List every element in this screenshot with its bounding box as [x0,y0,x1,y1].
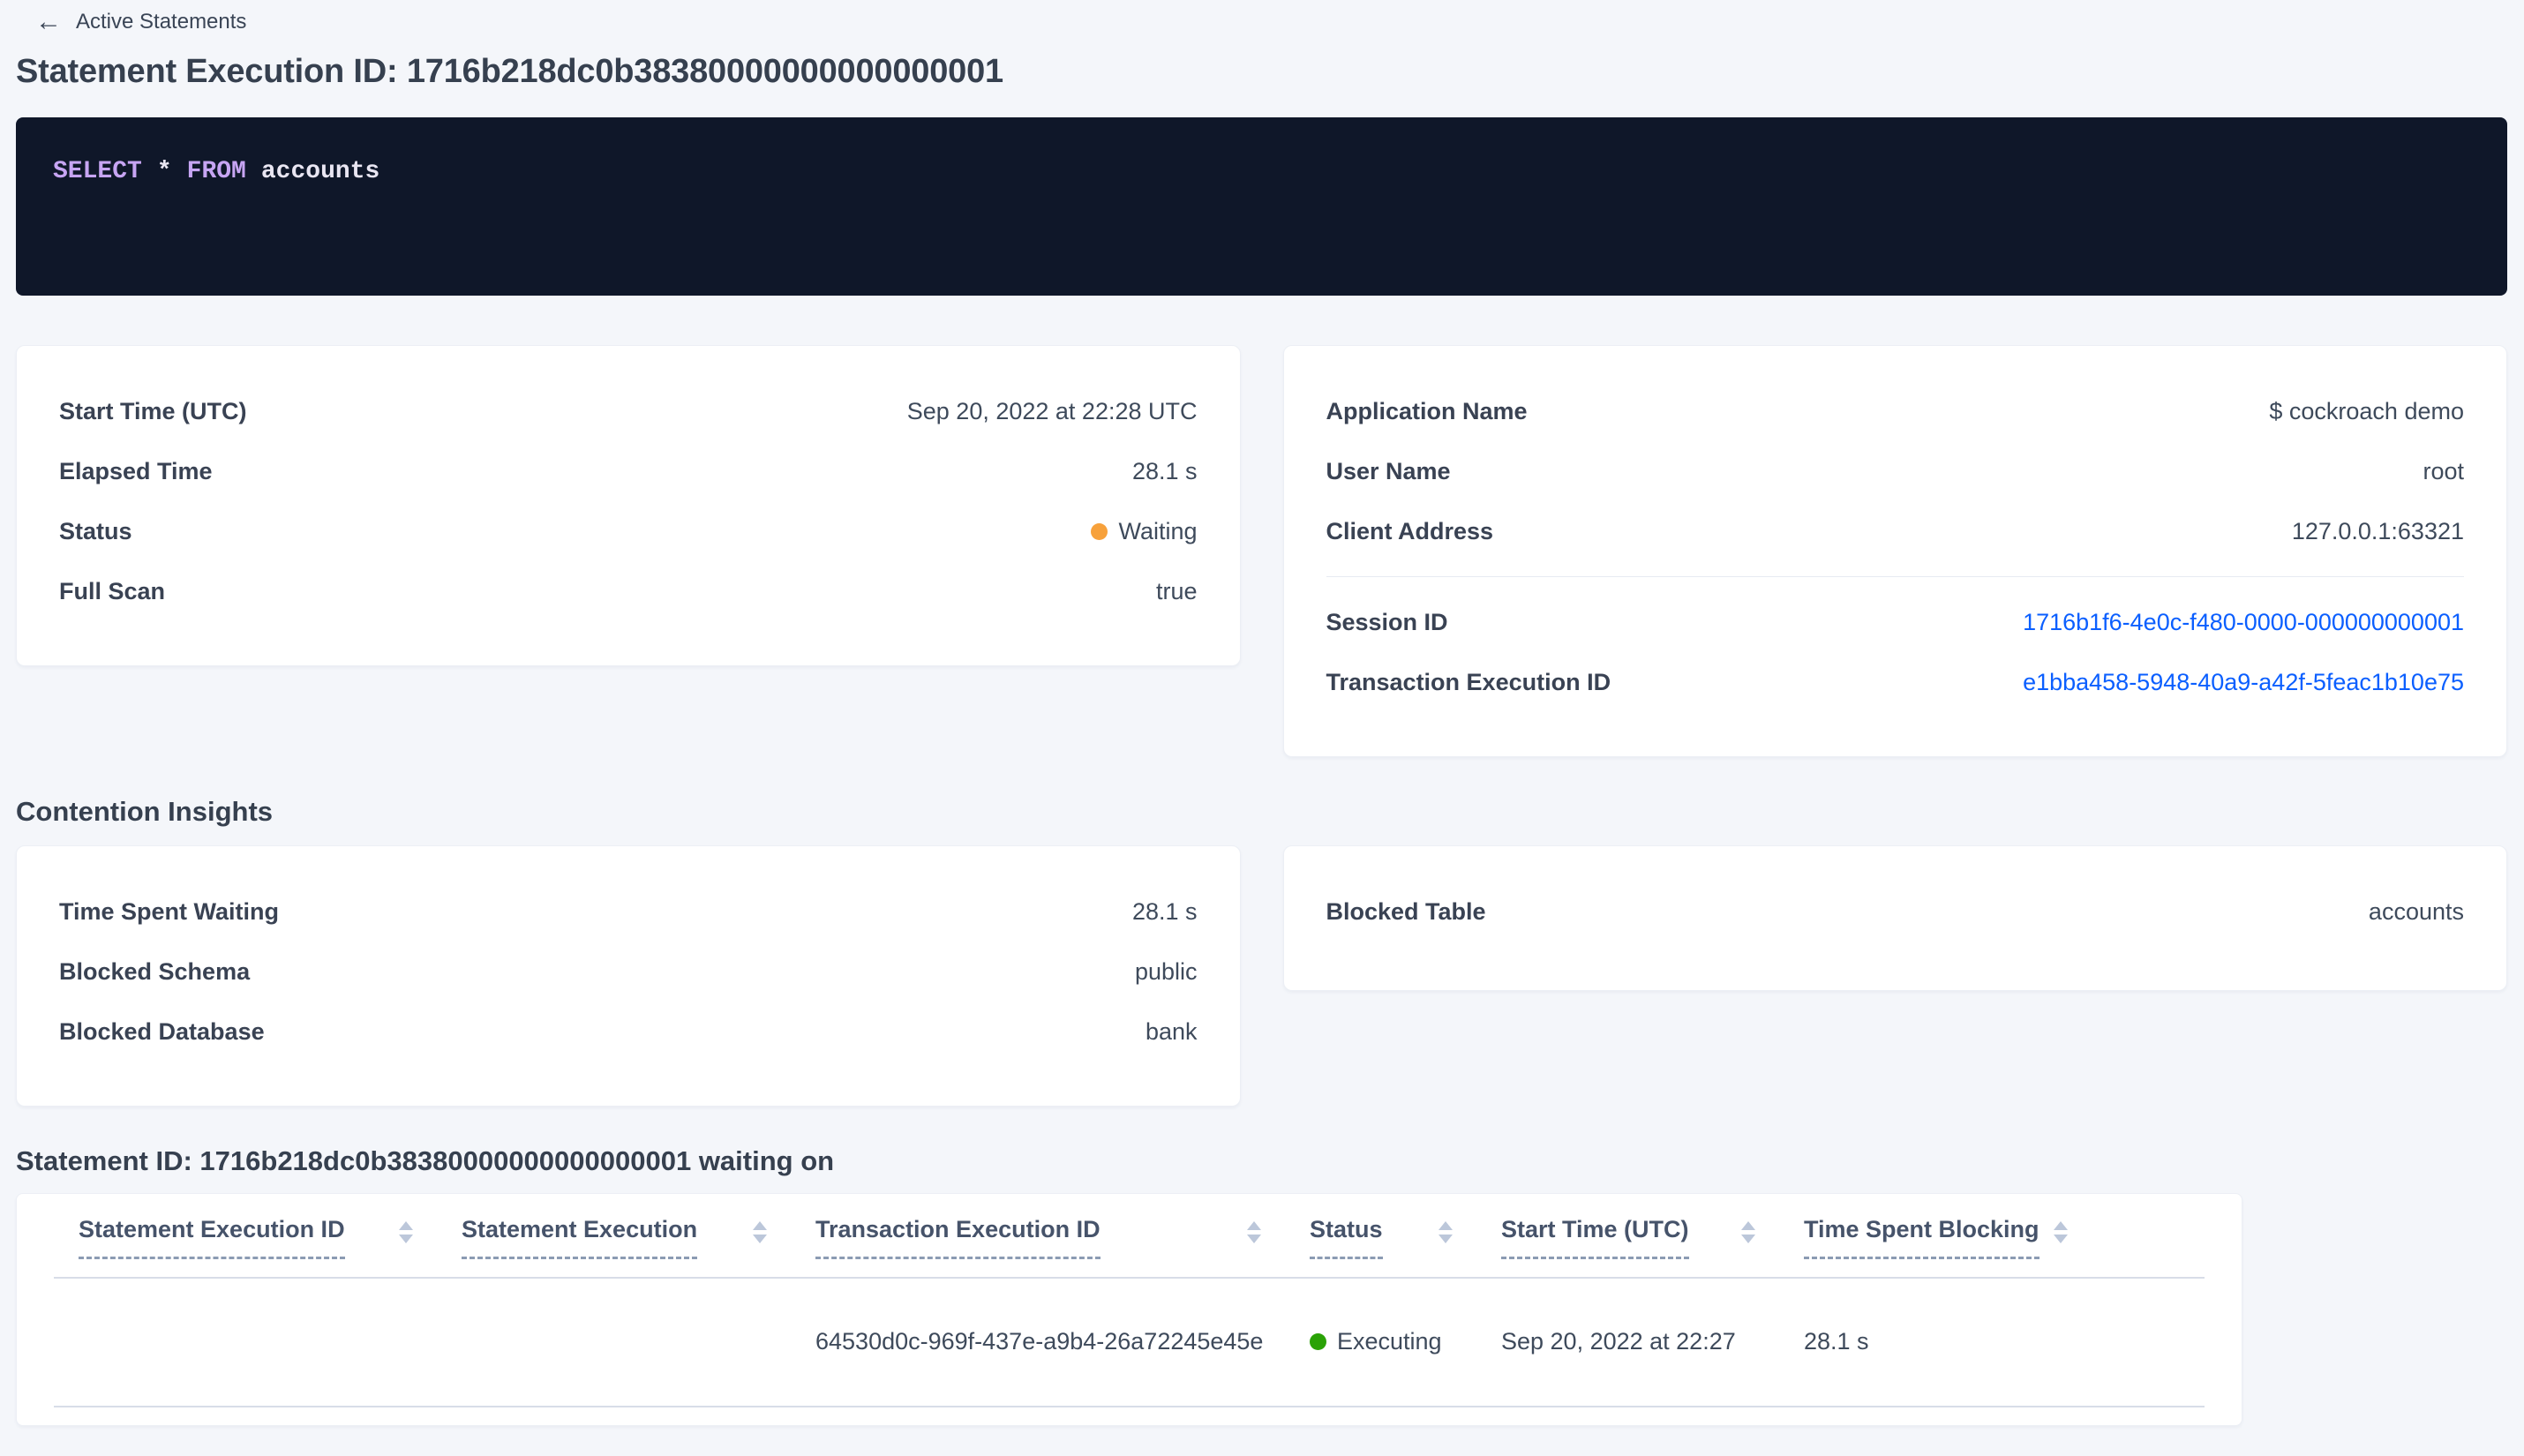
row-value: Sep 20, 2022 at 22:28 UTC [906,397,1198,424]
session-id-row: Session ID 1716b1f6-4e0c-f480-0000-00000… [1326,592,2465,652]
user-name-row: User Name root [1326,441,2465,501]
column-header-label: Statement Execution [462,1215,698,1259]
row-label: Blocked Schema [59,957,251,985]
overview-card: Start Time (UTC) Sep 20, 2022 at 22:28 U… [16,345,1241,666]
sort-icon [2054,1221,2068,1243]
start-time-row: Start Time (UTC) Sep 20, 2022 at 22:28 U… [59,381,1198,441]
breadcrumb-active-statements[interactable]: ← Active Statements [35,9,246,35]
blocked-database-row: Blocked Database bank [59,1002,1198,1062]
row-label: Blocked Table [1326,897,1486,925]
sort-icon [399,1221,413,1243]
row-label: Status [59,517,132,544]
cell-transaction-execution-id: 64530d0c-969f-437e-a9b4-26a72245e45e [815,1328,1264,1355]
row-value: public [1134,957,1198,985]
row-label: Transaction Execution ID [1326,668,1611,695]
row-value: 28.1 s [1131,897,1198,925]
table-bottom-separator [54,1405,2205,1407]
column-header-transaction-execution-id[interactable]: Transaction Execution ID [815,1215,1310,1259]
column-header-label: Transaction Execution ID [815,1215,1100,1259]
status-row: Status Waiting [59,501,1198,561]
client-address-row: Client Address 127.0.0.1:63321 [1326,501,2465,561]
contention-right-card: Blocked Table accounts [1282,845,2507,991]
sql-star: * [156,158,172,185]
sort-icon [753,1221,767,1243]
column-header-label: Statement Execution ID [79,1215,345,1259]
time-spent-waiting-row: Time Spent Waiting 28.1 s [59,882,1198,942]
row-label: User Name [1326,457,1451,484]
blocked-table-row: Blocked Table accounts [1326,882,2465,942]
column-header-label: Status [1310,1215,1383,1259]
column-header-statement-execution-id[interactable]: Statement Execution ID [79,1215,462,1259]
elapsed-time-row: Elapsed Time 28.1 s [59,441,1198,501]
row-label: Elapsed Time [59,457,213,484]
back-arrow-icon: ← [35,7,62,36]
row-label: Session ID [1326,608,1448,635]
waiting-on-table: Statement Execution ID Statement Executi… [16,1193,2242,1426]
application-name-row: Application Name $ cockroach demo [1326,381,2465,441]
row-value: bank [1145,1017,1198,1045]
row-label: Time Spent Waiting [59,897,280,925]
statement-execution-details-page: ← Active Statements Statement Execution … [0,0,2524,1426]
status-text: Executing [1337,1328,1442,1355]
sort-icon [1741,1221,1755,1243]
full-scan-row: Full Scan true [59,561,1198,621]
sql-statement-text: SELECT * FROM accounts [53,158,2470,185]
transaction-execution-id-link[interactable]: e1bba458-5948-40a9-a42f-5feac1b10e75 [2023,669,2464,696]
row-label: Start Time (UTC) [59,397,247,424]
sql-keyword-from: FROM [186,158,246,185]
column-header-label: Start Time (UTC) [1501,1215,1689,1259]
row-value: root [2423,457,2464,484]
sql-statement-box: SELECT * FROM accounts [16,117,2507,296]
overview-cards-row: Start Time (UTC) Sep 20, 2022 at 22:28 U… [16,345,2507,757]
executing-status-dot-icon [1310,1333,1326,1351]
contention-insights-heading: Contention Insights [16,796,274,827]
sql-table-name: accounts [260,158,380,185]
status-badge: Waiting [1091,517,1198,545]
session-card: Application Name $ cockroach demo User N… [1282,345,2507,757]
table-header-row: Statement Execution ID Statement Executi… [17,1215,2242,1259]
row-value: $ cockroach demo [2269,397,2464,424]
waiting-status-dot-icon [1091,522,1108,540]
contention-left-card: Time Spent Waiting 28.1 s Blocked Schema… [16,845,1241,1107]
column-header-statement-execution[interactable]: Statement Execution [462,1215,815,1259]
table-row: 64530d0c-969f-437e-a9b4-26a72245e45e Exe… [17,1279,2242,1406]
row-label: Full Scan [59,577,166,604]
waiting-on-heading: Statement ID: 1716b218dc0b38380000000000… [16,1145,835,1176]
row-label: Application Name [1326,397,1528,424]
breadcrumb-label: Active Statements [76,10,247,34]
contention-cards-row: Time Spent Waiting 28.1 s Blocked Schema… [16,845,2507,1107]
row-label: Blocked Database [59,1017,265,1045]
row-value: true [1155,577,1198,604]
blocked-schema-row: Blocked Schema public [59,942,1198,1002]
page-title: Statement Execution ID: 1716b218dc0b3838… [16,53,1003,90]
column-header-start-time[interactable]: Start Time (UTC) [1501,1215,1804,1259]
session-id-link[interactable]: 1716b1f6-4e0c-f480-0000-000000000001 [2023,609,2464,636]
status-text: Waiting [1118,517,1198,544]
row-value: 127.0.0.1:63321 [2291,517,2464,544]
row-value: 28.1 s [1131,457,1198,484]
cell-time-spent-blocking: 28.1 s [1804,1328,1869,1355]
row-label: Client Address [1326,517,1494,544]
cell-status: Executing [1310,1328,1501,1355]
card-divider [1326,576,2464,577]
sql-keyword-select: SELECT [53,158,142,185]
sort-icon [1439,1221,1453,1243]
column-header-time-spent-blocking[interactable]: Time Spent Blocking [1804,1215,2116,1259]
column-header-status[interactable]: Status [1310,1215,1501,1259]
row-value: accounts [2368,897,2464,925]
transaction-execution-id-row: Transaction Execution ID e1bba458-5948-4… [1326,652,2465,712]
sort-icon [1247,1221,1261,1243]
column-header-label: Time Spent Blocking [1804,1215,2039,1259]
cell-start-time: Sep 20, 2022 at 22:27 [1501,1328,1736,1355]
